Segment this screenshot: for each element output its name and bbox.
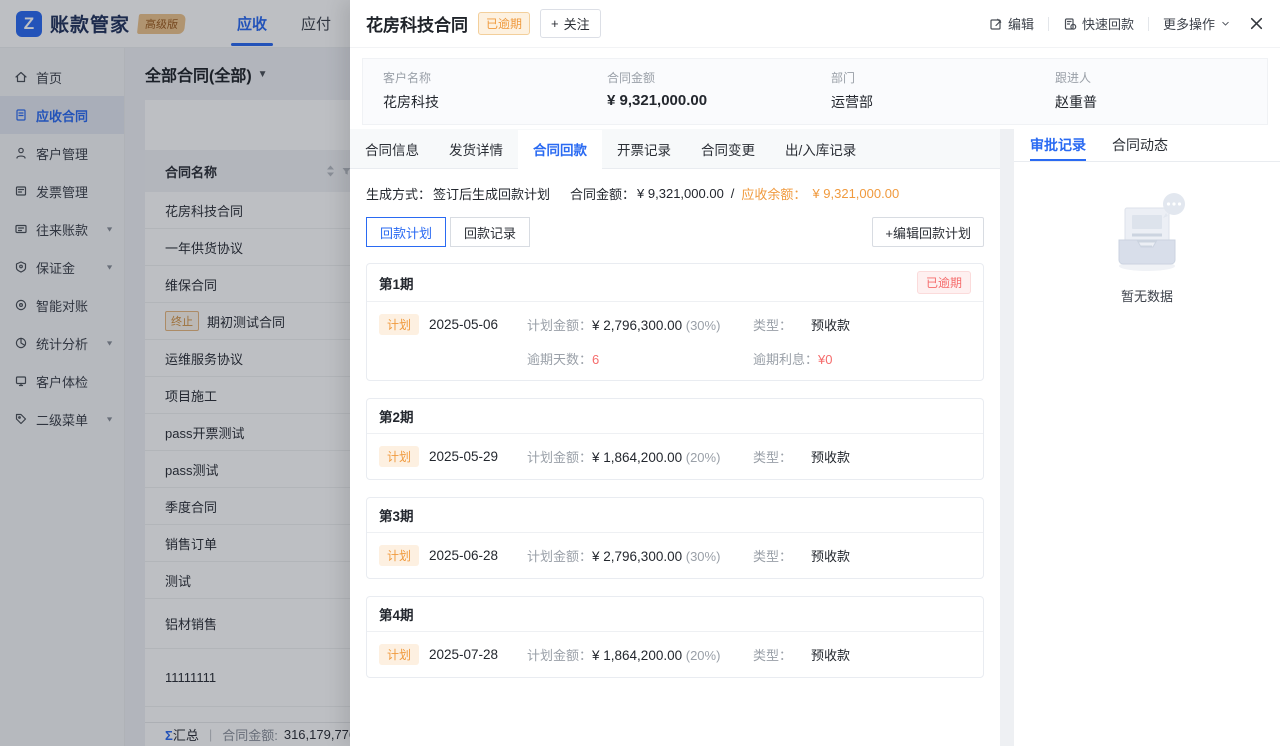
period-date: 2025-05-06 [429, 317, 527, 332]
overdue-interest: 逾期利息：¥0 [753, 349, 971, 368]
period-date: 2025-05-29 [429, 449, 527, 464]
toggle-payment-plan[interactable]: 回款计划 [366, 217, 446, 247]
period-title: 第3期 [379, 505, 414, 525]
tab-contract-activity[interactable]: 合同动态 [1112, 129, 1168, 161]
follow-button[interactable]: + 关注 [540, 9, 601, 38]
follow-person: 赵重普 [1055, 92, 1263, 112]
drawer-title: 花房科技合同 [366, 11, 468, 36]
contract-info-strip: 客户名称花房科技 合同金额 ¥ 9,321,000.00 部门运营部 跟进人赵重普 [362, 58, 1268, 125]
info-label: 跟进人 [1055, 69, 1263, 86]
period-card-2: 第2期 计划 2025-05-29 计划金额：¥ 1,864,200.00 (2… [366, 398, 984, 480]
info-label: 客户名称 [383, 69, 591, 86]
receivable-balance: ¥ 9,321,000.00 [812, 186, 899, 201]
period-card-3: 第3期 计划 2025-06-28 计划金额：¥ 2,796,300.00 (3… [366, 497, 984, 579]
generation-info-row: 生成方式： 签订后生成回款计划 合同金额： ¥ 9,321,000.00 / 应… [366, 184, 984, 203]
info-label: 部门 [831, 69, 1039, 86]
divider [1048, 17, 1049, 31]
overdue-days: 逾期天数：6 [527, 349, 753, 368]
plan-badge: 计划 [379, 545, 419, 566]
period-type: 类型：预收款 [753, 645, 971, 664]
period-amount: 计划金额：¥ 2,796,300.00 (30%) [527, 546, 753, 565]
screen: Z 账款管家 高级版 应收 应付 核算 首页 应收合同 客户管理 发票管理 [0, 0, 1280, 746]
empty-inbox-icon [1095, 190, 1199, 276]
tab-inout-records[interactable]: 出/入库记录 [770, 130, 871, 168]
department: 运营部 [831, 92, 1039, 112]
info-label: 合同金额 [607, 69, 815, 86]
scrollbar-gutter[interactable] [1000, 129, 1014, 746]
edit-button[interactable]: 编辑 [989, 14, 1034, 33]
period-card-1: 第1期 已逾期 计划 2025-05-06 计划金额：¥ 2,796,300.0… [366, 263, 984, 381]
close-icon [1249, 16, 1264, 31]
drawer-main-pane: 合同信息 发货详情 合同回款 开票记录 合同变更 出/入库记录 生成方式： 签订… [350, 129, 1000, 746]
period-date: 2025-06-28 [429, 548, 527, 563]
period-type: 类型：预收款 [753, 546, 971, 565]
quick-collect-button[interactable]: 快速回款 [1063, 14, 1134, 33]
generation-mode: 签订后生成回款计划 [433, 184, 550, 203]
more-actions-button[interactable]: 更多操作 [1163, 14, 1231, 33]
drawer-side-pane: 审批记录 合同动态 暂无数据 [1014, 129, 1280, 746]
plan-badge: 计划 [379, 644, 419, 665]
plan-toggle-row: 回款计划 回款记录 +编辑回款计划 [366, 217, 984, 247]
period-title: 第1期 [379, 273, 414, 293]
period-overdue-badge: 已逾期 [917, 271, 971, 294]
period-card-4: 第4期 计划 2025-07-28 计划金额：¥ 1,864,200.00 (2… [366, 596, 984, 678]
period-title: 第4期 [379, 604, 414, 624]
plan-badge: 计划 [379, 446, 419, 467]
quick-collect-icon [1063, 17, 1077, 31]
period-amount: 计划金额：¥ 1,864,200.00 (20%) [527, 447, 753, 466]
contract-amount: ¥ 9,321,000.00 [607, 92, 815, 109]
divider [1148, 17, 1149, 31]
drawer-actions: 编辑 快速回款 更多操作 [989, 14, 1264, 33]
period-type: 类型：预收款 [753, 447, 971, 466]
side-tabs: 审批记录 合同动态 [1014, 129, 1280, 162]
period-amount: 计划金额：¥ 2,796,300.00 (30%) [527, 315, 753, 334]
period-type: 类型：预收款 [753, 315, 971, 334]
tab-contract-payment[interactable]: 合同回款 [518, 130, 602, 169]
period-amount: 计划金额：¥ 1,864,200.00 (20%) [527, 645, 753, 664]
tab-approval-records[interactable]: 审批记录 [1030, 129, 1086, 161]
status-badge-overdue: 已逾期 [478, 12, 530, 35]
tab-shipping-detail[interactable]: 发货详情 [434, 130, 518, 168]
tab-contract-changes[interactable]: 合同变更 [686, 130, 770, 168]
payment-contract-amount: ¥ 9,321,000.00 [637, 186, 724, 201]
payment-tab-content: 生成方式： 签订后生成回款计划 合同金额： ¥ 9,321,000.00 / 应… [350, 169, 1000, 746]
period-title: 第2期 [379, 406, 414, 426]
detail-tabs: 合同信息 发货详情 合同回款 开票记录 合同变更 出/入库记录 [350, 129, 1000, 169]
plan-badge: 计划 [379, 314, 419, 335]
contract-detail-drawer: 花房科技合同 已逾期 + 关注 编辑 快速回款 更多操作 [350, 0, 1280, 746]
period-date: 2025-07-28 [429, 647, 527, 662]
plus-icon: + [551, 16, 559, 31]
toggle-payment-records[interactable]: 回款记录 [450, 217, 530, 247]
chevron-down-icon [1220, 18, 1231, 29]
empty-state-text: 暂无数据 [1121, 286, 1173, 305]
close-button[interactable] [1249, 16, 1264, 31]
customer-name: 花房科技 [383, 92, 591, 112]
drawer-header: 花房科技合同 已逾期 + 关注 编辑 快速回款 更多操作 [350, 0, 1280, 48]
tab-contract-info[interactable]: 合同信息 [350, 130, 434, 168]
tab-invoice-records[interactable]: 开票记录 [602, 130, 686, 168]
edit-plan-button[interactable]: +编辑回款计划 [872, 217, 984, 247]
edit-icon [989, 17, 1003, 31]
empty-state: 暂无数据 [1014, 190, 1280, 305]
